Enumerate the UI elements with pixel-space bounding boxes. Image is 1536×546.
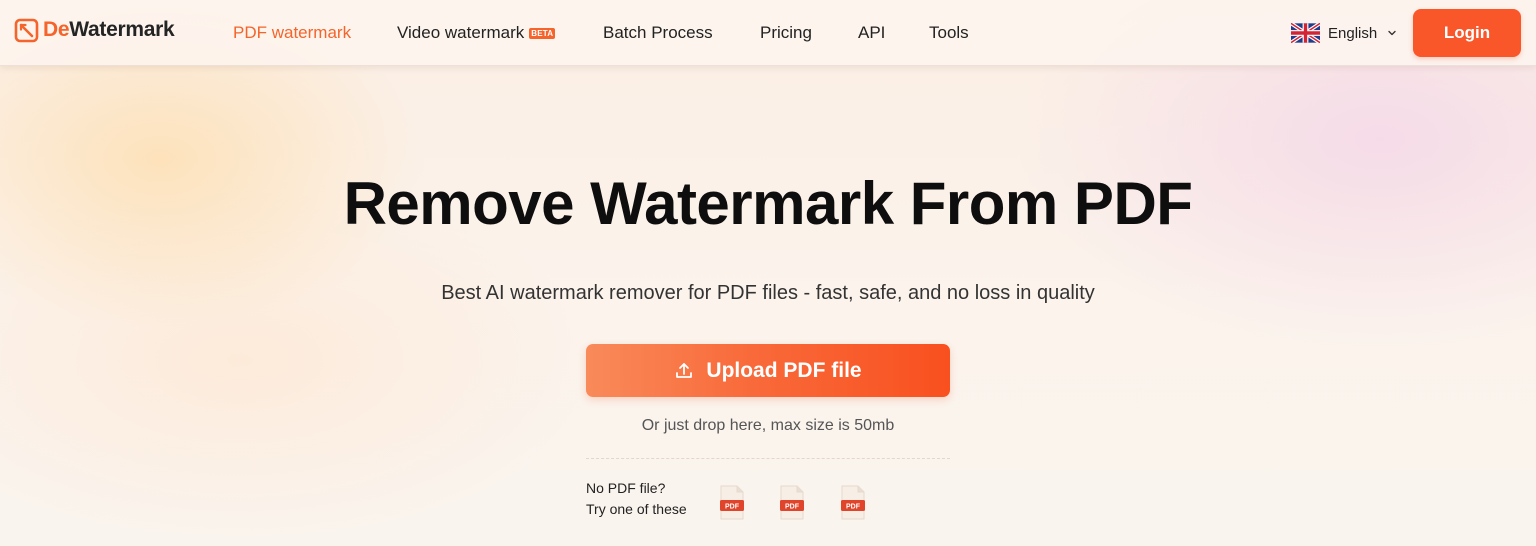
upload-pdf-button[interactable]: Upload PDF file [586,344,950,397]
chevron-down-icon [1388,30,1396,36]
language-label: English [1328,24,1378,42]
language-selector[interactable]: English [1291,22,1397,44]
pdf-file-icon: PDF [720,485,744,520]
drop-hint: Or just drop here, max size is 50mb [641,417,895,434]
beta-badge: BETA [529,27,556,39]
nav-label: Batch Process [603,23,713,42]
sample-pdf-2[interactable]: PDF [778,485,806,521]
nav-label: Tools [929,23,969,42]
pdf-file-icon: PDF [780,485,804,520]
brand-name: DeWatermark [43,18,175,42]
nav-label: API [858,23,886,42]
divider [586,458,950,459]
sample-pdf-3[interactable]: PDF [839,485,867,521]
top-header: DeWatermark PDF watermark Video watermar… [0,0,1536,66]
nav-batch-process[interactable]: Batch Process [603,22,713,44]
brand-name-part2: Watermark [69,18,175,41]
nav-video-watermark[interactable]: Video watermark BETA [397,22,556,44]
login-button[interactable]: Login [1413,9,1521,57]
page-title: Remove Watermark From PDF [343,170,1193,237]
nav-label: PDF watermark [233,23,352,42]
nav-label: Video watermark [397,23,525,42]
pdf-badge-label: PDF [785,504,800,511]
nav-label: Pricing [760,23,812,42]
nav-api[interactable]: API [858,22,885,44]
uk-flag-icon [1291,23,1320,43]
sample-prompt-line2: Try one of these [586,501,687,517]
pdf-badge-label: PDF [725,504,740,511]
sample-prompt: No PDF file? Try one of these [586,478,687,520]
pdf-badge-label: PDF [846,504,861,511]
brand-name-part1: De [43,18,70,41]
sample-prompt-line1: No PDF file? [586,480,666,496]
nav-tools[interactable]: Tools [929,22,969,44]
page-subtitle: Best AI watermark remover for PDF files … [441,282,1095,304]
pdf-file-icon: PDF [841,485,865,520]
upload-icon [676,362,693,378]
brand-logo[interactable]: DeWatermark [14,16,175,44]
nav-pricing[interactable]: Pricing [760,22,812,44]
nav-pdf-watermark[interactable]: PDF watermark [233,22,351,44]
upload-label: Upload PDF file [706,358,862,382]
sample-pdf-1[interactable]: PDF [718,485,746,521]
dewatermark-logo-icon [14,18,39,42]
